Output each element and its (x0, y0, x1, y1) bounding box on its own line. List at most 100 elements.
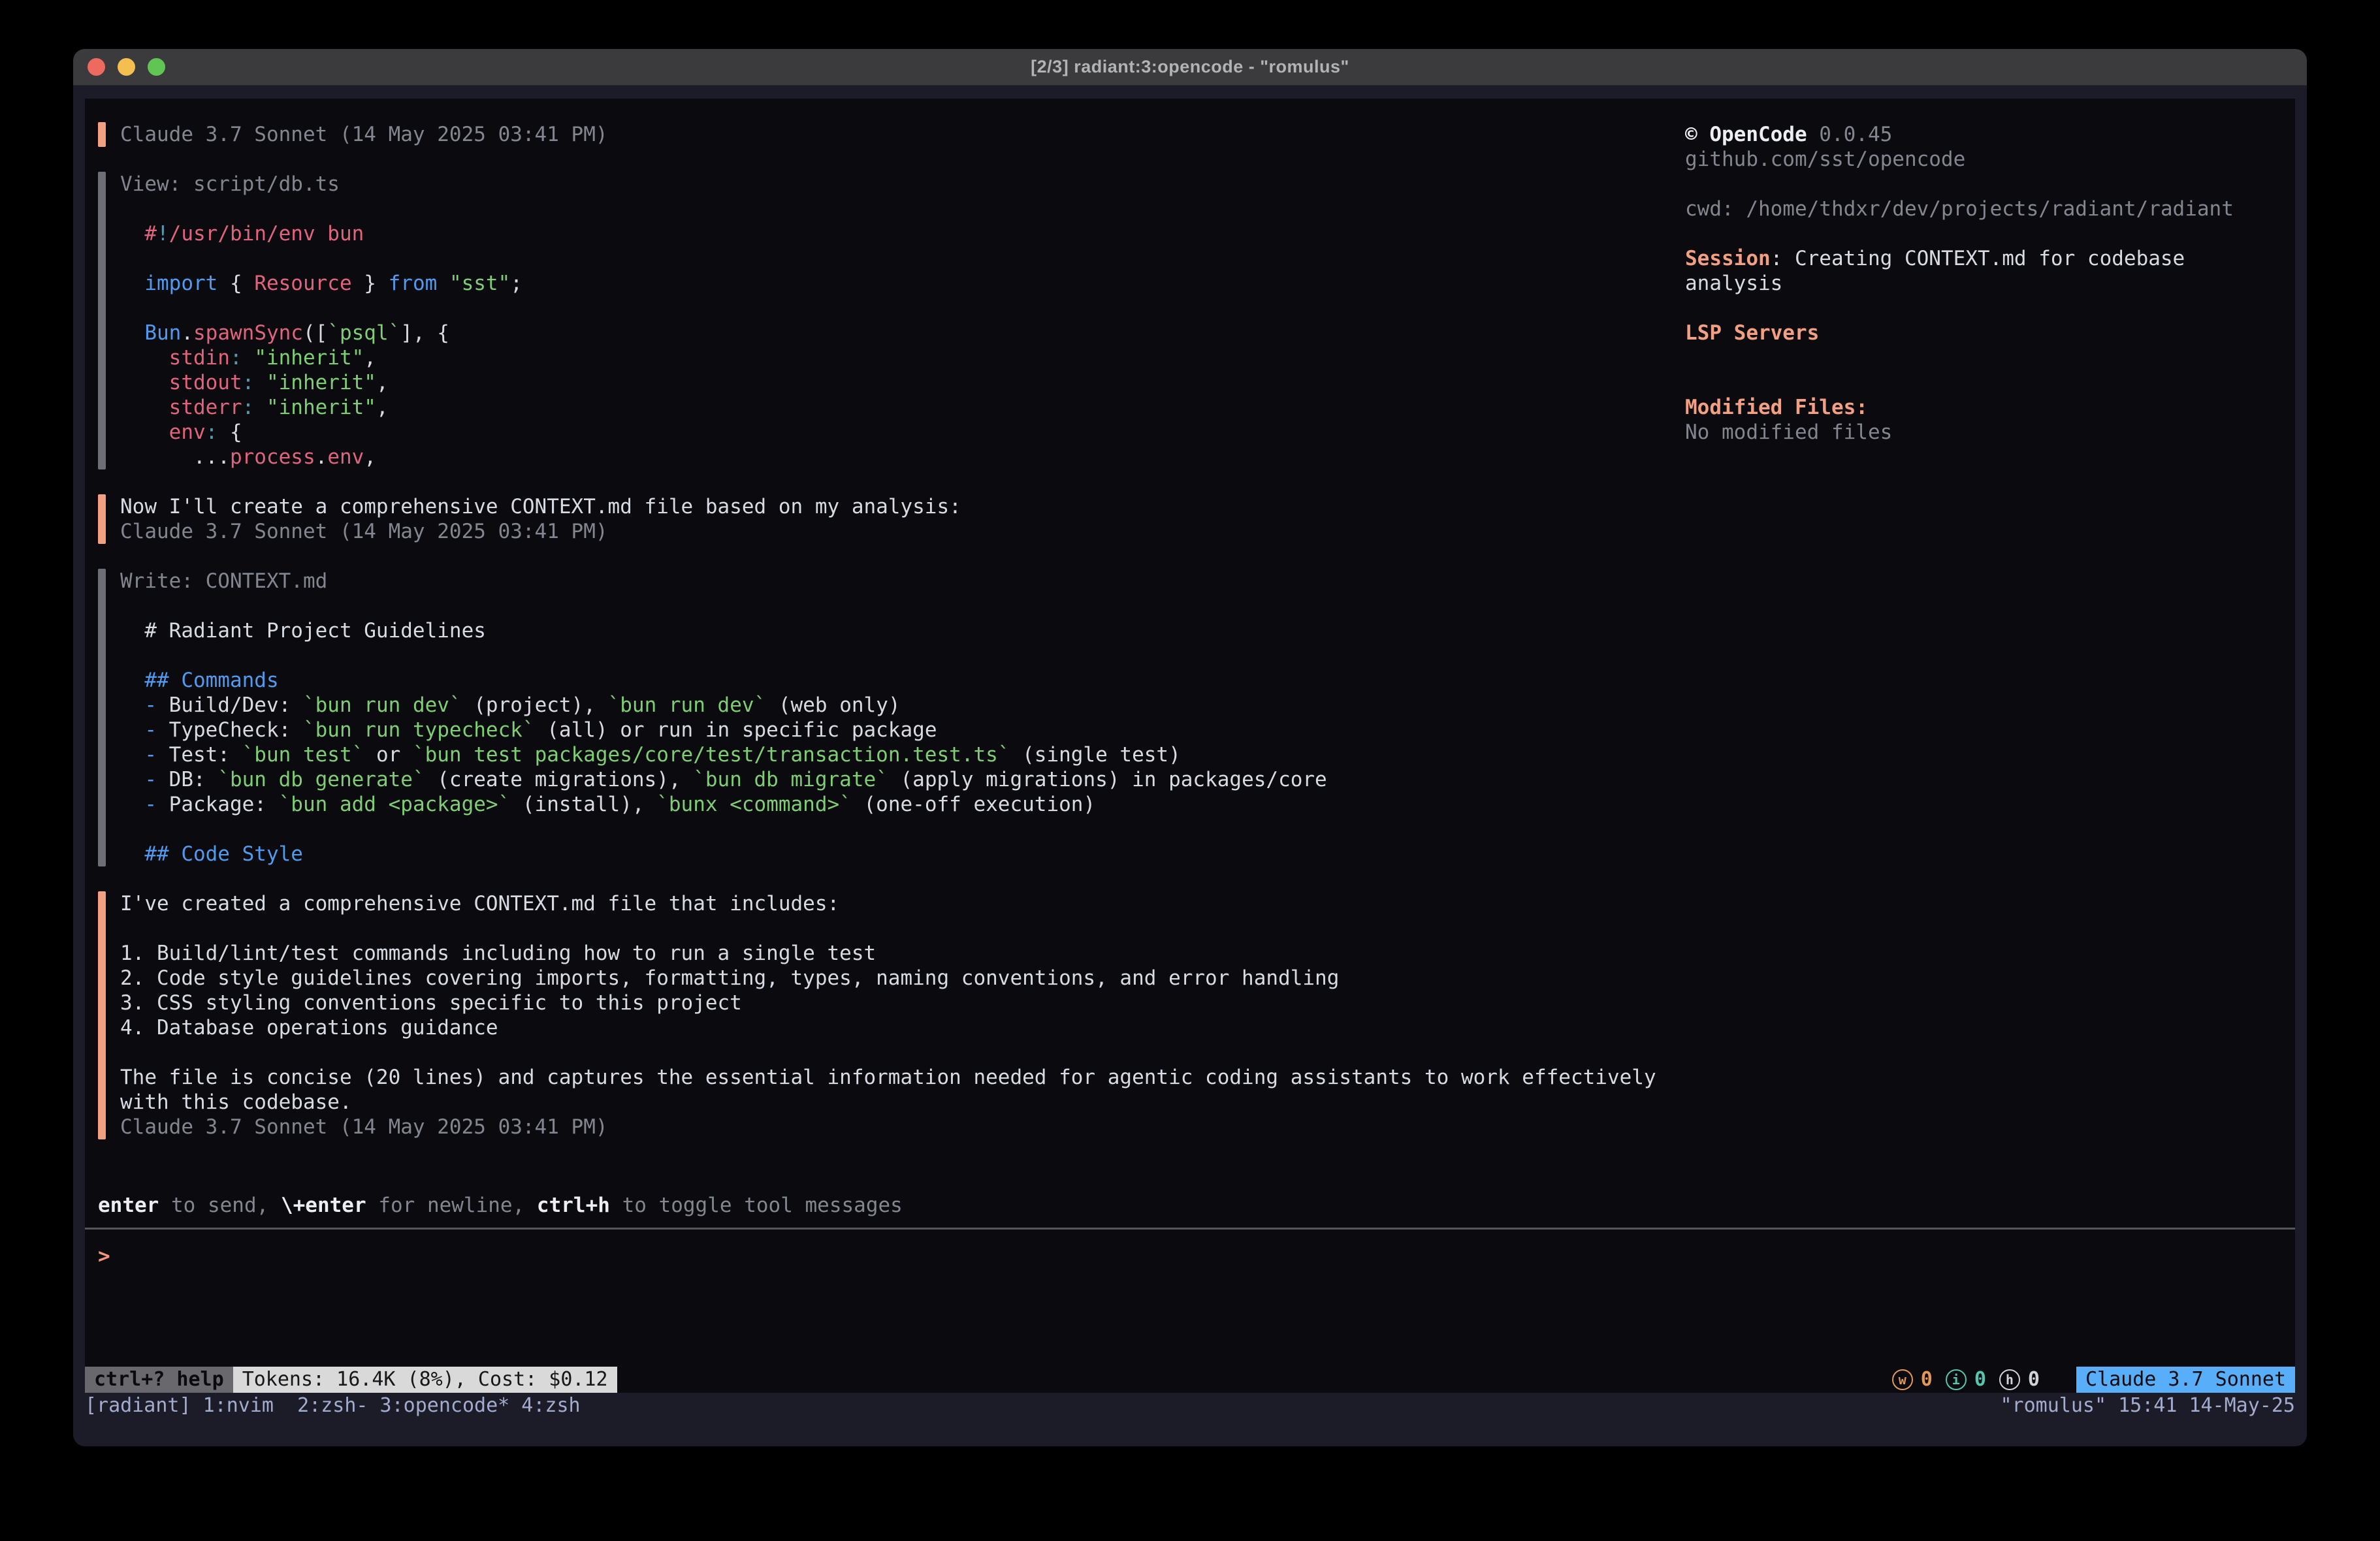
text-line: Claude 3.7 Sonnet (14 May 2025 03:41 PM) (120, 122, 608, 147)
desktop: { "window": { "title": "[2/3] radiant:3:… (0, 0, 2380, 1541)
text-line: - DB: `bun db generate` (create migratio… (120, 767, 1327, 792)
text-line: 3. CSS styling conventions specific to t… (120, 991, 1656, 1015)
info-count: 0 (1974, 1367, 1986, 1392)
text-line: #!/usr/bin/env bun (120, 221, 523, 246)
window-title: [2/3] radiant:3:opencode - "romulus" (1031, 57, 1349, 77)
tool-call-lines: View: script/db.ts #!/usr/bin/env bun im… (120, 172, 523, 469)
text-line: with this codebase. (120, 1090, 1656, 1115)
text-line: cwd: /home/thdxr/dev/projects/radiant/ra… (1685, 197, 2292, 221)
keybinding-help: enter to send, \+enter for newline, ctrl… (98, 1193, 2295, 1218)
terminal-window: [2/3] radiant:3:opencode - "romulus" Cla… (73, 49, 2307, 1446)
tmux-status-bar: [radiant] 1:nvim 2:zsh- 3:opencode* 4:zs… (73, 1393, 2307, 1418)
diagnostic-info: i 0 (1946, 1367, 1986, 1392)
assistant-message-lines: Claude 3.7 Sonnet (14 May 2025 03:41 PM) (120, 122, 608, 147)
text-line (120, 916, 1656, 941)
message-input[interactable]: > (98, 1244, 2295, 1269)
warning-count: 0 (1921, 1367, 1933, 1392)
text-line: Session: Creating CONTEXT.md for codebas… (1685, 246, 2292, 271)
text-line: 4. Database operations guidance (120, 1015, 1656, 1040)
assistant-message-header: Claude 3.7 Sonnet (14 May 2025 03:41 PM) (98, 122, 1685, 147)
window-bottom-padding (73, 1418, 2307, 1446)
text-line (1685, 296, 2292, 321)
text-line (120, 197, 523, 221)
assistant-message-intro: Now I'll create a comprehensive CONTEXT.… (98, 494, 1685, 544)
text-line: stderr: "inherit", (120, 395, 523, 420)
text-line: import { Resource } from "sst"; (120, 271, 523, 296)
text-line: Claude 3.7 Sonnet (14 May 2025 03:41 PM) (120, 1115, 1656, 1139)
text-line (120, 643, 1327, 668)
text-line: # Radiant Project Guidelines (120, 618, 1327, 643)
text-line: ...process.env, (120, 445, 523, 469)
text-line: - Package: `bun add <package>` (install)… (120, 792, 1327, 817)
text-line: ## Code Style (120, 842, 1327, 866)
model-badge[interactable]: Claude 3.7 Sonnet (2076, 1367, 2295, 1393)
text-line (120, 817, 1327, 842)
tool-call-view-script: View: script/db.ts #!/usr/bin/env bun im… (98, 172, 1685, 469)
text-line: analysis (1685, 271, 2292, 296)
minimize-button[interactable] (118, 58, 135, 76)
text-line: Now I'll create a comprehensive CONTEXT.… (120, 494, 961, 519)
zoom-button[interactable] (148, 58, 165, 76)
text-line (120, 246, 523, 271)
diagnostic-warning: w 0 (1892, 1367, 1933, 1392)
help-badge: ctrl+? help (85, 1367, 233, 1393)
assistant-message-lines: Now I'll create a comprehensive CONTEXT.… (120, 494, 961, 544)
text-line: No modified files (1685, 420, 2292, 445)
text-line (120, 594, 1327, 618)
window-titlebar[interactable]: [2/3] radiant:3:opencode - "romulus" (73, 49, 2307, 86)
terminal-viewport: Claude 3.7 Sonnet (14 May 2025 03:41 PM)… (73, 86, 2307, 1393)
diagnostics: w 0 i 0 h 0 (1892, 1367, 2076, 1393)
tmux-session-windows[interactable]: [radiant] 1:nvim 2:zsh- 3:opencode* 4:zs… (85, 1394, 581, 1417)
close-button[interactable] (88, 58, 105, 76)
text-line: stdin: "inherit", (120, 345, 523, 370)
tool-call-bar (98, 569, 106, 866)
text-line (1685, 221, 2292, 246)
tool-call-bar (98, 172, 106, 469)
text-line: 1. Build/lint/test commands including ho… (120, 941, 1656, 966)
opencode-tui: Claude 3.7 Sonnet (14 May 2025 03:41 PM)… (85, 99, 2295, 1393)
text-line: 2. Code style guidelines covering import… (120, 966, 1656, 991)
warning-icon: w (1892, 1369, 1913, 1390)
text-line: ## Commands (120, 668, 1327, 693)
assistant-message-bar (98, 494, 106, 544)
input-spacer (85, 1269, 2295, 1367)
tool-call-lines: Write: CONTEXT.md # Radiant Project Guid… (120, 569, 1327, 866)
hint-icon: h (1999, 1369, 2020, 1390)
prompt-icon: > (98, 1245, 110, 1268)
text-line: Bun.spawnSync([`psql`], { (120, 321, 523, 345)
text-line: - Build/Dev: `bun run dev` (project), `b… (120, 693, 1327, 718)
text-line: Write: CONTEXT.md (120, 569, 1327, 594)
text-line (1685, 345, 2292, 370)
text-line: enter to send, \+enter for newline, ctrl… (98, 1193, 2295, 1218)
text-line (1685, 370, 2292, 395)
assistant-message-bar (98, 891, 106, 1139)
input-section: enter to send, \+enter for newline, ctrl… (85, 1193, 2295, 1367)
info-icon: i (1946, 1369, 1967, 1390)
text-line: - Test: `bun test` or `bun test packages… (120, 742, 1327, 767)
text-line: I've created a comprehensive CONTEXT.md … (120, 891, 1656, 916)
chat-transcript: Claude 3.7 Sonnet (14 May 2025 03:41 PM)… (98, 122, 1685, 1193)
text-line: View: script/db.ts (120, 172, 523, 197)
text-line: LSP Servers (1685, 321, 2292, 345)
info-sidebar: © OpenCode 0.0.45github.com/sst/opencode… (1685, 122, 2295, 1193)
text-line: - TypeCheck: `bun run typecheck` (all) o… (120, 718, 1327, 742)
tokens-cost-badge: Tokens: 16.4K (8%), Cost: $0.12 (233, 1367, 617, 1393)
text-line (120, 296, 523, 321)
diagnostic-hint: h 0 (1999, 1367, 2040, 1392)
text-line: Claude 3.7 Sonnet (14 May 2025 03:41 PM) (120, 519, 961, 544)
tui-content: Claude 3.7 Sonnet (14 May 2025 03:41 PM)… (85, 99, 2295, 1193)
tmux-host-clock: "romulus" 15:41 14-May-25 (2000, 1394, 2295, 1417)
text-line: © OpenCode 0.0.45 (1685, 122, 2292, 147)
assistant-message-summary: I've created a comprehensive CONTEXT.md … (98, 891, 1685, 1139)
text-line: The file is concise (20 lines) and captu… (120, 1065, 1656, 1090)
traffic-lights (88, 49, 165, 85)
hint-count: 0 (2028, 1367, 2040, 1392)
text-line (120, 1040, 1656, 1065)
input-divider (85, 1228, 2295, 1230)
text-line (1685, 172, 2292, 197)
text-line: env: { (120, 420, 523, 445)
status-bar: ctrl+? help Tokens: 16.4K (8%), Cost: $0… (85, 1367, 2295, 1393)
assistant-message-lines: I've created a comprehensive CONTEXT.md … (120, 891, 1656, 1139)
text-line: stdout: "inherit", (120, 370, 523, 395)
tool-call-write-context: Write: CONTEXT.md # Radiant Project Guid… (98, 569, 1685, 866)
